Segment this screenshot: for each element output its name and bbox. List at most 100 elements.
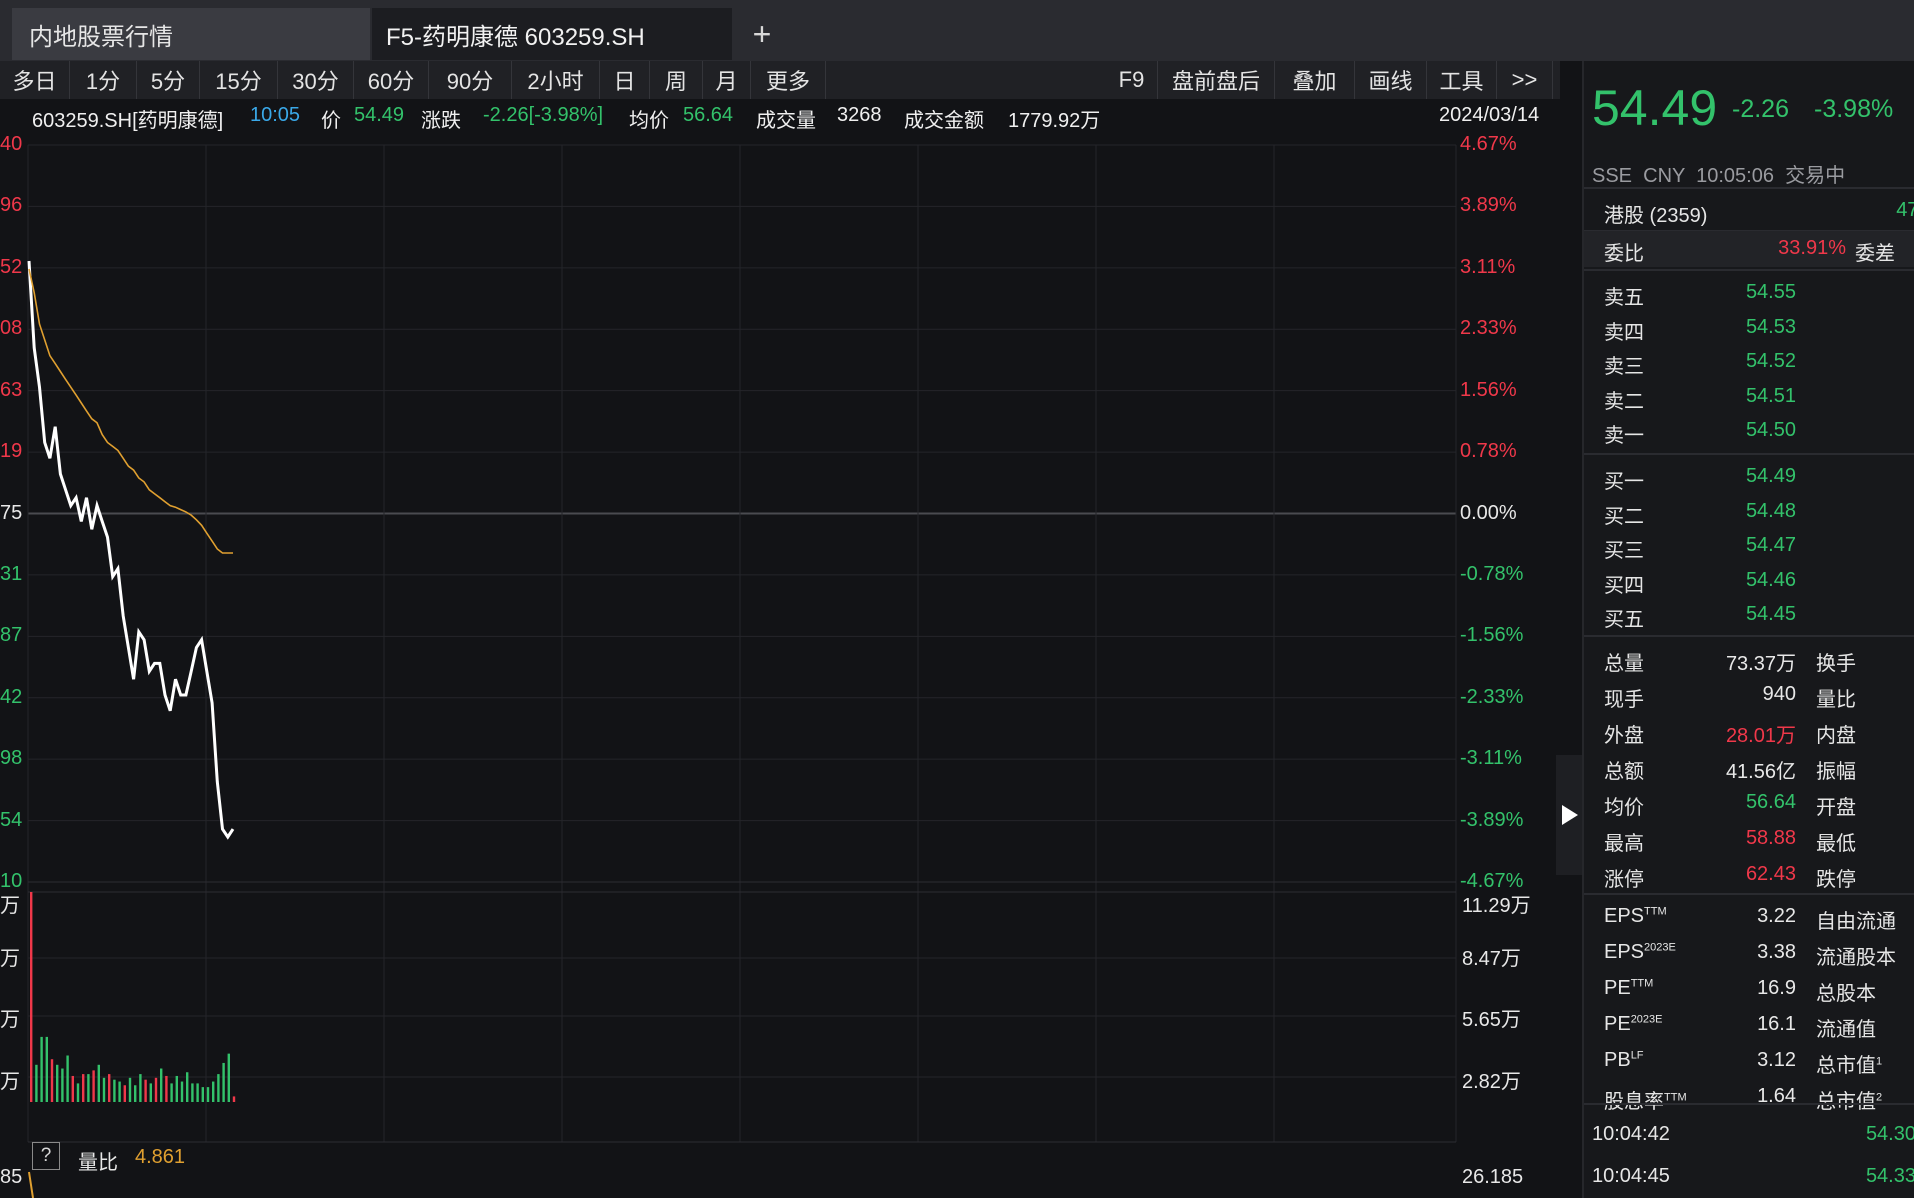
stat-row: 最高 58.88 最低: [1584, 821, 1914, 857]
bid-price: 54.46: [1745, 568, 1796, 591]
price-value: 54.49: [354, 104, 405, 126]
volume-bar: [222, 1062, 225, 1102]
volume-tick-label: 2.82万: [1462, 1071, 1521, 1093]
volume-bar: [113, 1079, 116, 1102]
ask-row: 卖二 54.51: [1584, 379, 1914, 415]
avg-value: 56.64: [683, 104, 734, 126]
divider: [1584, 635, 1914, 637]
period-button-7[interactable]: 2小时: [512, 61, 600, 99]
fundamental-label: PETTM: [1604, 977, 1654, 999]
period-button-3[interactable]: 15分: [200, 61, 278, 99]
tab-stock[interactable]: F5-药明康德 603259.SH: [372, 8, 732, 60]
period-button-9[interactable]: 周: [650, 61, 703, 99]
volume-bar: [160, 1068, 163, 1102]
fundamental-label: EPS2023E: [1604, 941, 1676, 963]
ask-label: 卖二: [1604, 390, 1644, 413]
help-icon[interactable]: ?: [32, 1142, 60, 1170]
tab-market[interactable]: 内地股票行情: [12, 8, 370, 60]
stat-row: 总额 41.56亿 振幅: [1584, 749, 1914, 785]
play-arrow-icon: [1562, 805, 1578, 825]
period-button-2[interactable]: 5分: [137, 61, 200, 99]
volume-bar: [128, 1077, 132, 1102]
fundamental-label: EPSTTM: [1604, 905, 1667, 927]
fundamental-label2: 自由流通: [1816, 911, 1896, 933]
volume-ratio-value: 4.861: [135, 1146, 186, 1168]
stat-row: 现手 940 量比: [1584, 677, 1914, 713]
volume-bar: [97, 1064, 100, 1102]
stat-value: 56.64: [1745, 791, 1796, 813]
volume-bar: [45, 1036, 48, 1102]
weibi-row: 委比 33.91% 委差: [1584, 231, 1914, 267]
y-left-tick-label: 98: [0, 747, 23, 770]
volume-bar: [92, 1070, 95, 1102]
y-left-tick-label: 08: [0, 317, 23, 340]
period-button-5[interactable]: 60分: [354, 61, 429, 99]
stat-label: 涨停: [1604, 869, 1644, 891]
ask-label: 卖五: [1604, 287, 1644, 309]
tool-button-3[interactable]: 画线: [1355, 61, 1427, 99]
volume-bar: [180, 1081, 184, 1102]
period-button-8[interactable]: 日: [600, 61, 650, 99]
fundamental-row: PETTM 16.9 总股本: [1584, 971, 1914, 1007]
tick-price: 54.30: [1865, 1123, 1914, 1145]
stat-label: 现手: [1604, 689, 1644, 711]
volume-bar: [217, 1074, 220, 1102]
panel-meta: SSE CNY 10:05:06 交易中: [1592, 165, 1846, 187]
stat-label: 总量: [1604, 653, 1644, 675]
volume-bar: [30, 892, 33, 1102]
volume-bar: [87, 1074, 90, 1102]
period-button-10[interactable]: 月: [703, 61, 751, 99]
volume-bar: [82, 1074, 85, 1102]
volume-bar: [66, 1055, 69, 1102]
plot-background: [28, 145, 1456, 1142]
panel-toggle[interactable]: [1556, 755, 1582, 875]
tool-button-0[interactable]: F9: [1106, 61, 1158, 99]
bid-row: 买五 54.45: [1584, 597, 1914, 633]
tool-button-5[interactable]: >>: [1497, 61, 1553, 99]
y-left-tick-label: 52: [0, 255, 23, 278]
y-left-tick-label: 42: [0, 685, 23, 708]
y-right-tick-label: -3.89%: [1460, 808, 1524, 831]
hk-value: 47.: [1896, 199, 1914, 221]
period-button-4[interactable]: 30分: [278, 61, 354, 99]
fundamental-label-sup: TTM: [1644, 905, 1667, 918]
volume-bar: [201, 1087, 204, 1102]
divider: [1584, 1103, 1914, 1105]
y-right-tick-label: -3.11%: [1460, 747, 1522, 770]
y-left-tick-label: 40: [0, 133, 23, 155]
bid-row: 买三 54.47: [1584, 528, 1914, 564]
y-left-tick-label: 19: [0, 440, 23, 463]
period-button-6[interactable]: 90分: [429, 61, 512, 99]
stat-label: 均价: [1604, 797, 1644, 819]
tool-button-1[interactable]: 盘前盘后: [1158, 61, 1275, 99]
tool-button-2[interactable]: 叠加: [1275, 61, 1355, 99]
intraday-chart[interactable]: [0, 133, 1560, 1198]
fundamental-label: 股息率TTM: [1604, 1091, 1687, 1113]
volume-bar: [149, 1083, 152, 1102]
fundamental-value: 16.1: [1757, 1013, 1796, 1035]
fundamental-label2: 总市值2: [1816, 1091, 1883, 1113]
period-button-0[interactable]: 多日: [0, 61, 70, 99]
volume-left-tick-label: 万: [0, 895, 20, 917]
bid-row: 买二 54.48: [1584, 494, 1914, 530]
tick-price: 54.33: [1865, 1165, 1914, 1187]
ask-price: 54.53: [1745, 315, 1796, 338]
stat-label2: 最低: [1816, 833, 1856, 855]
add-tab-button[interactable]: +: [742, 8, 782, 60]
volume-bar: [118, 1081, 121, 1102]
ask-price: 54.52: [1745, 350, 1796, 372]
stat-value: 73.37万: [1725, 653, 1796, 675]
period-button-1[interactable]: 1分: [70, 61, 137, 99]
volume-bar: [35, 1064, 38, 1102]
panel-change-pct: -3.98%: [1814, 95, 1894, 123]
bid-label: 买一: [1604, 471, 1644, 493]
stat-value: 58.88: [1745, 827, 1796, 849]
amount-label: 成交金额: [904, 110, 984, 132]
ask-row: 卖一 54.50: [1584, 413, 1914, 449]
stat-row: 总量 73.37万 换手: [1584, 641, 1914, 677]
quote-time: 10:05: [250, 104, 301, 126]
tick-row: 10:04:42 54.30: [1584, 1117, 1914, 1153]
bid-label: 买五: [1604, 609, 1644, 631]
period-button-11[interactable]: 更多: [751, 61, 826, 99]
tool-button-4[interactable]: 工具: [1427, 61, 1497, 99]
